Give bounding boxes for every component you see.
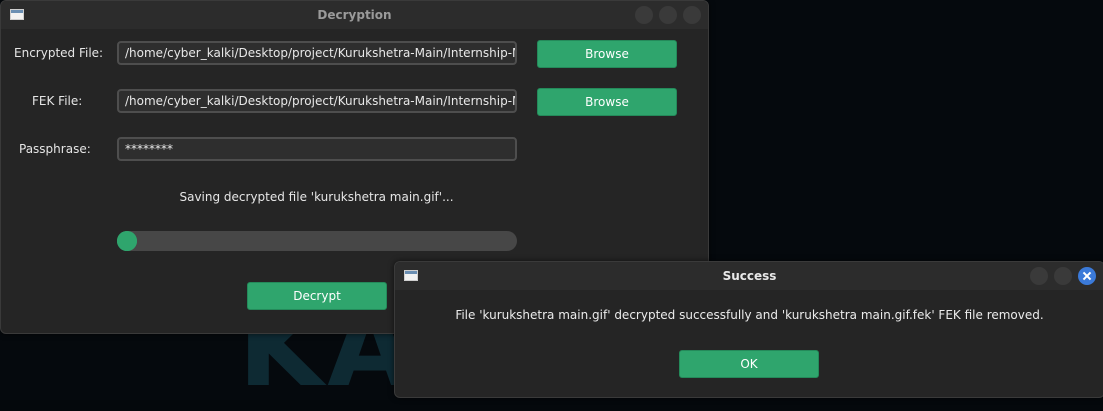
success-titlebar[interactable]: Success (395, 262, 1103, 290)
encrypted-file-input[interactable]: /home/cyber_kalki/Desktop/project/Kuruks… (117, 41, 517, 65)
close-button[interactable] (683, 6, 701, 24)
fek-file-browse-button[interactable]: Browse (537, 88, 677, 116)
dialog-title: Success (722, 269, 777, 283)
window-title: Decryption (317, 8, 392, 22)
decryption-progress-bar (117, 231, 517, 251)
window-app-icon (10, 9, 24, 20)
ok-button[interactable]: OK (679, 350, 819, 378)
progress-indicator (117, 231, 137, 251)
decrypt-button[interactable]: Decrypt (247, 282, 387, 310)
fek-file-label: FEK File: (32, 94, 83, 108)
decryption-titlebar[interactable]: Decryption (1, 1, 708, 29)
minimize-button[interactable] (1030, 267, 1048, 285)
decryption-status-text: Saving decrypted file 'kurukshetra main.… (179, 190, 454, 204)
success-message: File 'kurukshetra main.gif' decrypted su… (455, 308, 1044, 322)
fek-file-input[interactable]: /home/cyber_kalki/Desktop/project/Kuruks… (117, 89, 517, 113)
passphrase-input[interactable]: ******** (117, 137, 517, 161)
encrypted-file-label: Encrypted File: (14, 46, 104, 60)
minimize-button[interactable] (635, 6, 653, 24)
passphrase-label: Passphrase: (19, 142, 91, 156)
success-dialog: Success File 'kurukshetra main.gif' decr… (394, 261, 1103, 398)
close-icon[interactable] (1078, 267, 1096, 285)
maximize-button[interactable] (659, 6, 677, 24)
window-app-icon (404, 270, 418, 281)
maximize-button[interactable] (1054, 267, 1072, 285)
encrypted-file-browse-button[interactable]: Browse (537, 40, 677, 68)
